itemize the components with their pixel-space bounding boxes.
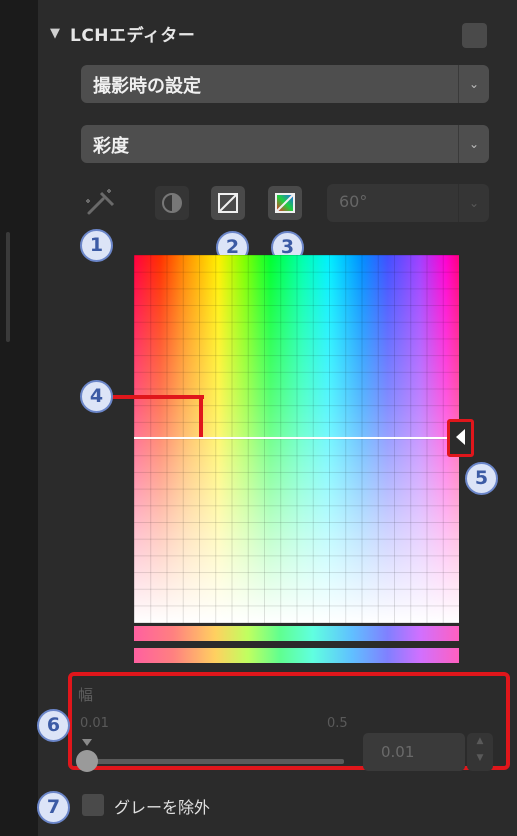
callout-6: 6 <box>37 709 70 742</box>
slider-default-marker-icon <box>82 739 92 746</box>
preset-select-value: 撮影時の設定 <box>93 76 201 97</box>
width-value-input[interactable]: 0.01 <box>363 733 465 771</box>
diagonal-box-icon <box>218 193 238 213</box>
exclude-gray-checkbox[interactable] <box>82 794 104 816</box>
graph-grid <box>134 255 459 623</box>
chevron-down-icon: ⌄ <box>458 184 489 222</box>
enable-checkbox[interactable] <box>462 23 487 48</box>
width-label: 幅 <box>78 686 94 704</box>
contrast-toggle-button[interactable] <box>155 186 189 220</box>
lch-color-graph[interactable] <box>134 255 459 623</box>
width-min-label: 0.01 <box>80 716 109 731</box>
collapse-triangle-icon[interactable]: ▼ <box>50 26 60 41</box>
spin-up-icon[interactable]: ▲ <box>467 733 493 750</box>
callout-4-connector-vertical <box>199 395 203 437</box>
callout-1: 1 <box>80 229 113 262</box>
callout-5: 5 <box>465 462 498 495</box>
left-edge <box>0 0 38 836</box>
curve-line[interactable] <box>134 437 459 439</box>
mode-select-value: 彩度 <box>93 136 129 157</box>
hue-range-select[interactable]: 60° ⌄ <box>327 184 489 222</box>
chevron-down-icon: ⌄ <box>458 65 489 103</box>
callout-7: 7 <box>37 791 70 824</box>
hue-strip-bottom <box>134 648 459 663</box>
hue-range-value: 60° <box>339 192 368 211</box>
chevron-down-icon: ⌄ <box>458 125 489 163</box>
preset-select[interactable]: 撮影時の設定 ⌄ <box>81 65 489 103</box>
hue-strip-top <box>134 626 459 641</box>
width-slider-knob[interactable] <box>76 750 98 772</box>
width-spinner[interactable]: ▲ ▼ <box>467 733 493 771</box>
panel-title: LCHエディター <box>70 26 196 46</box>
mode-select[interactable]: 彩度 ⌄ <box>81 125 489 163</box>
callout-4-connector <box>112 395 204 399</box>
exclude-gray-label: グレーを除外 <box>114 798 211 817</box>
mono-view-button[interactable] <box>211 186 245 220</box>
width-slider-track[interactable] <box>86 759 344 764</box>
curve-handle-arrow-icon[interactable] <box>456 429 465 445</box>
width-value: 0.01 <box>381 743 415 761</box>
contrast-icon <box>162 193 182 213</box>
color-view-button[interactable] <box>268 186 302 220</box>
panel-resize-handle[interactable] <box>6 232 10 342</box>
color-diagonal-icon <box>275 193 295 213</box>
width-max-label: 0.5 <box>327 716 348 731</box>
eyedropper-icon[interactable] <box>83 187 119 217</box>
spin-down-icon[interactable]: ▼ <box>467 750 493 767</box>
callout-4: 4 <box>80 380 113 413</box>
